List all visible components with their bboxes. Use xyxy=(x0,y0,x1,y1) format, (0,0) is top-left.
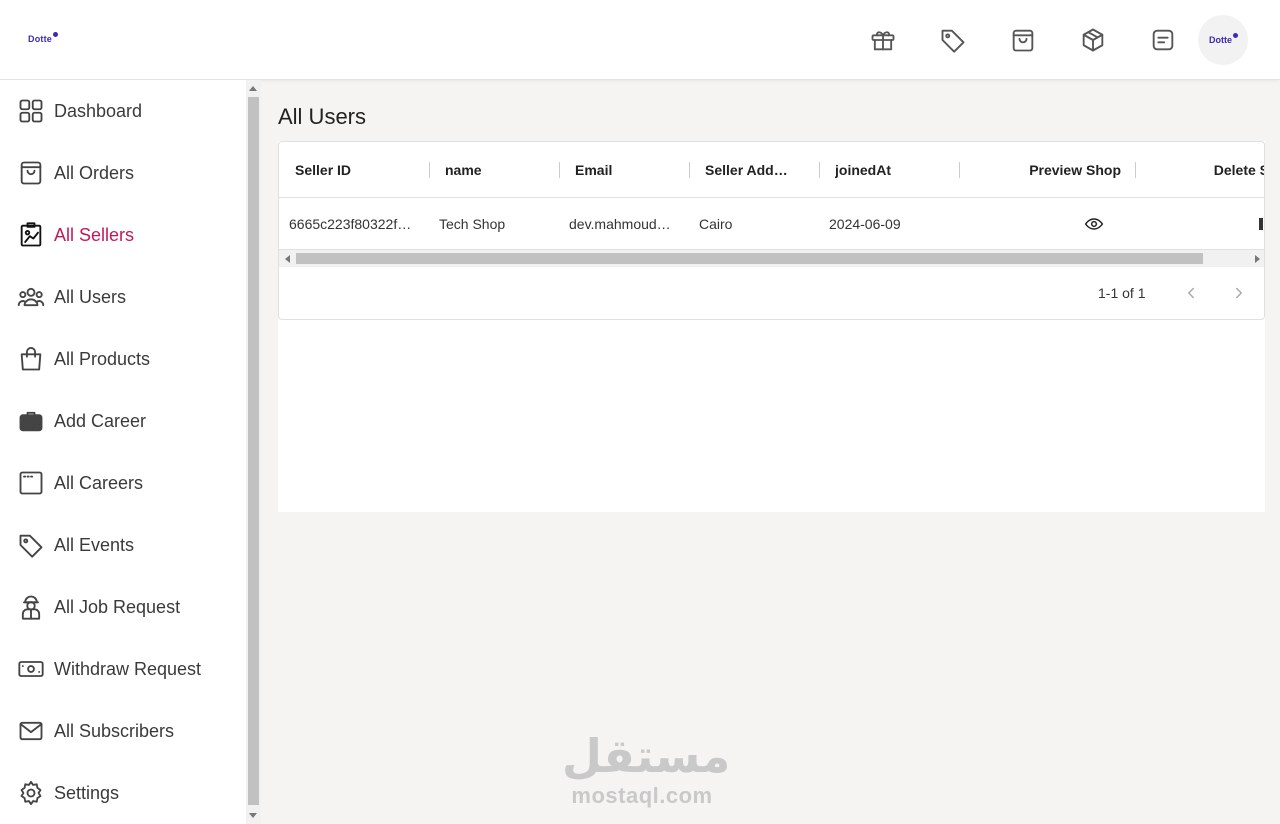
sidebar-scrollbar[interactable] xyxy=(246,80,261,824)
scroll-down-arrow-icon[interactable] xyxy=(249,813,257,818)
column-header-delete-seller[interactable]: Delete S xyxy=(1151,142,1264,198)
column-separator[interactable] xyxy=(819,162,820,178)
sidebar-item-label: All Sellers xyxy=(54,224,135,245)
sidebar-item-all-job-request[interactable]: All Job Request xyxy=(0,583,246,631)
shopping-bag-icon xyxy=(17,159,45,187)
sidebar-item-settings[interactable]: Settings xyxy=(0,769,246,817)
seller-icon xyxy=(17,221,45,249)
column-header-preview-shop[interactable]: Preview Shop xyxy=(979,142,1121,198)
mail-icon xyxy=(17,717,45,745)
column-separator[interactable] xyxy=(959,162,960,178)
previous-page-button[interactable] xyxy=(1179,281,1203,305)
brand-logo[interactable]: Dotte xyxy=(28,32,58,44)
column-separator[interactable] xyxy=(559,162,560,178)
sidebar-item-label: Dashboard xyxy=(54,100,143,121)
sidebar-item-label: All Events xyxy=(54,534,135,555)
sidebar-item-withdraw-request[interactable]: Withdraw Request xyxy=(0,645,246,693)
column-header-joined-at[interactable]: joinedAt xyxy=(835,142,945,198)
grid-footer: 1-1 of 1 xyxy=(279,267,1264,319)
content-panel: Seller ID name Email Seller Add… joinedA… xyxy=(278,141,1265,512)
next-page-button[interactable] xyxy=(1227,281,1251,305)
cell-email: dev.mahmoud… xyxy=(569,216,671,232)
sidebar-item-all-sellers[interactable]: All Sellers xyxy=(0,211,246,259)
gear-icon xyxy=(17,779,45,807)
scrollbar-thumb[interactable] xyxy=(248,97,259,805)
scroll-left-arrow-icon[interactable] xyxy=(285,255,290,263)
sidebar-item-label: Withdraw Request xyxy=(54,658,202,679)
avatar[interactable]: Dotte xyxy=(1198,15,1248,65)
scroll-up-arrow-icon[interactable] xyxy=(249,86,257,91)
top-header: Dotte Dotte xyxy=(0,0,1280,80)
tag-icon xyxy=(17,531,45,559)
table-row[interactable]: 6665c223f80322f… Tech Shop dev.mahmoud… … xyxy=(279,198,1264,250)
sidebar-item-dashboard[interactable]: Dashboard xyxy=(0,87,246,135)
column-header-seller-address[interactable]: Seller Add… xyxy=(705,142,795,198)
worker-icon xyxy=(17,593,45,621)
column-separator[interactable] xyxy=(689,162,690,178)
delete-icon[interactable] xyxy=(1259,218,1263,230)
cell-name: Tech Shop xyxy=(439,216,506,232)
column-header-name[interactable]: name xyxy=(445,142,555,198)
eye-icon[interactable] xyxy=(1084,214,1104,234)
cell-seller-id: 6665c223f80322f… xyxy=(289,216,412,232)
watermark-latin: mostaql.com xyxy=(571,783,713,808)
watermark-arabic: مستقل xyxy=(562,729,731,783)
sidebar-item-label: All Subscribers xyxy=(54,720,175,741)
sidebar-item-all-events[interactable]: All Events xyxy=(0,521,246,569)
chevron-right-icon xyxy=(1236,287,1242,299)
chevron-left-icon xyxy=(1188,287,1194,299)
sidebar-item-label: Settings xyxy=(54,782,120,803)
page-title: All Users xyxy=(278,104,367,129)
sidebar-item-label: All Job Request xyxy=(54,596,181,617)
column-header-seller-id[interactable]: Seller ID xyxy=(295,142,425,198)
gift-icon[interactable] xyxy=(867,24,899,56)
users-icon xyxy=(17,283,45,311)
cell-seller-address: Cairo xyxy=(699,216,733,232)
cell-joined-at: 2024-06-09 xyxy=(829,216,901,232)
briefcase-icon xyxy=(17,407,45,435)
dashboard-icon xyxy=(17,97,45,125)
sidebar-item-label: All Users xyxy=(54,286,127,307)
sidebar-item-all-users[interactable]: All Users xyxy=(0,273,246,321)
note-icon[interactable] xyxy=(1147,24,1179,56)
sidebar-item-label: All Orders xyxy=(54,162,135,183)
column-header-email[interactable]: Email xyxy=(575,142,685,198)
sidebar-item-label: Add Career xyxy=(54,410,147,431)
sidebar-item-all-careers[interactable]: All Careers xyxy=(0,459,246,507)
grid-header: Seller ID name Email Seller Add… joinedA… xyxy=(279,142,1264,198)
sidebar-item-label: All Products xyxy=(54,348,151,369)
shopping-bag-icon[interactable] xyxy=(1007,24,1039,56)
data-grid: Seller ID name Email Seller Add… joinedA… xyxy=(278,141,1265,320)
scrollbar-thumb[interactable] xyxy=(296,253,1203,264)
watermark: مستقل mostaql.com xyxy=(562,728,731,808)
package-icon[interactable] xyxy=(1077,24,1109,56)
product-bag-icon xyxy=(17,345,45,373)
sidebar-item-all-products[interactable]: All Products xyxy=(0,335,246,383)
sidebar-item-all-orders[interactable]: All Orders xyxy=(0,149,246,197)
sidebar: Dashboard All Orders All Sellers All Use… xyxy=(0,80,246,824)
sidebar-item-add-career[interactable]: Add Career xyxy=(0,397,246,445)
grid-horizontal-scrollbar[interactable] xyxy=(279,250,1264,267)
window-icon xyxy=(17,469,45,497)
column-separator[interactable] xyxy=(429,162,430,178)
sidebar-item-all-subscribers[interactable]: All Subscribers xyxy=(0,707,246,755)
sidebar-item-label: All Careers xyxy=(54,472,144,493)
money-icon xyxy=(17,655,45,683)
column-separator[interactable] xyxy=(1135,162,1136,178)
pagination-count: 1-1 of 1 xyxy=(1098,285,1146,301)
scroll-right-arrow-icon[interactable] xyxy=(1255,255,1260,263)
tag-icon[interactable] xyxy=(937,24,969,56)
